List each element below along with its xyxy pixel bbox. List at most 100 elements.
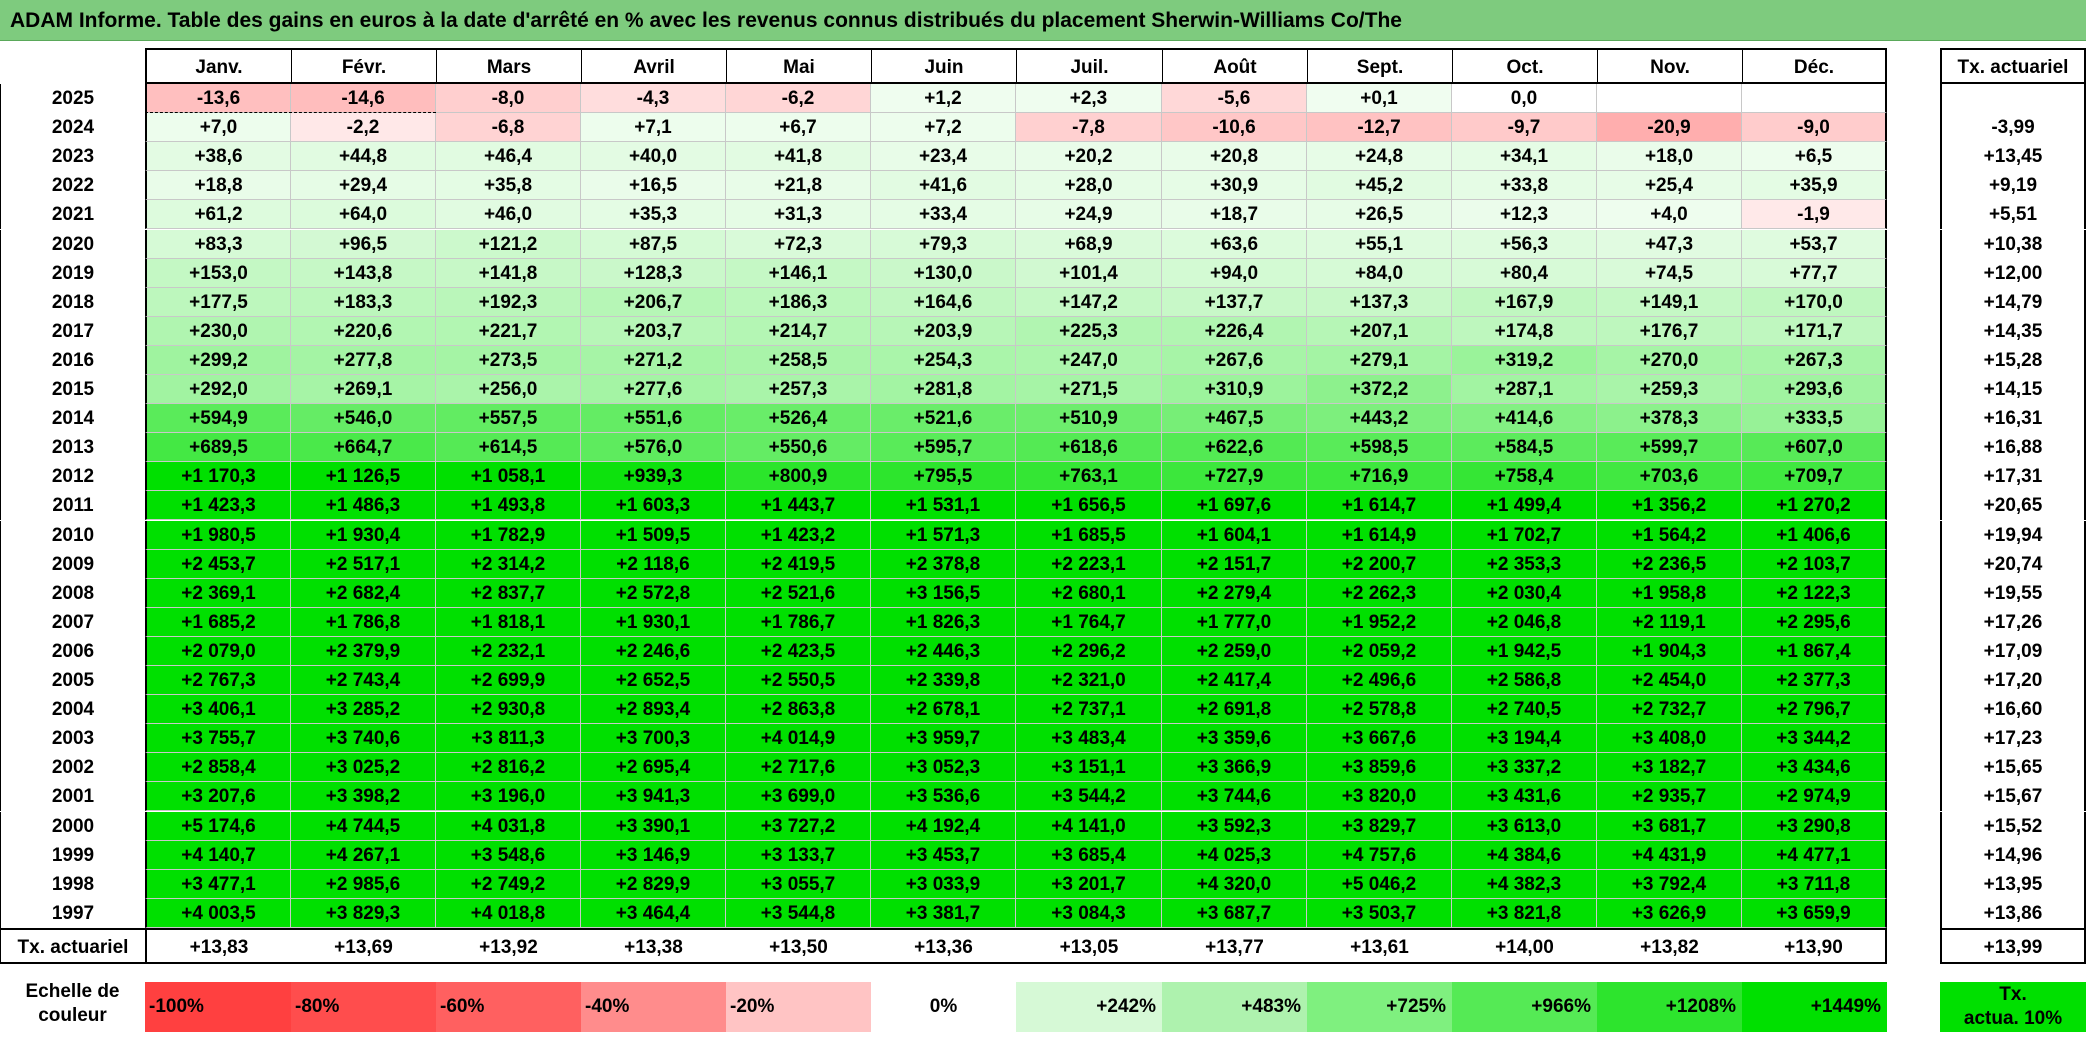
gain-cell: +443,2	[1307, 404, 1452, 434]
footer-rate-cell: +13,82	[1597, 927, 1742, 964]
scale-swatch: -60%	[436, 982, 581, 1032]
gain-cell: +267,3	[1742, 345, 1887, 375]
gain-cell: +6,5	[1742, 142, 1887, 172]
gain-cell: +576,0	[581, 433, 726, 463]
gain-cell	[1597, 84, 1742, 114]
gain-cell: +2 417,4	[1162, 666, 1307, 696]
gain-cell: +3 406,1	[145, 695, 291, 725]
gain-cell: +1 270,2	[1742, 491, 1887, 521]
gain-cell: +31,3	[726, 200, 871, 230]
gain-cell: +2 151,7	[1162, 549, 1307, 579]
gain-cell: +74,5	[1597, 258, 1742, 288]
month-header: Août	[1162, 48, 1307, 84]
gain-cell: +1 604,1	[1162, 520, 1307, 550]
gain-cell: +2 314,2	[436, 549, 581, 579]
footer-rate-cell: +13,61	[1307, 927, 1452, 964]
month-header: Nov.	[1597, 48, 1742, 84]
gain-cell: +4 431,9	[1597, 840, 1742, 870]
gain-cell: +259,3	[1597, 375, 1742, 405]
gain-cell: +1 423,2	[726, 520, 871, 550]
year-label: 2015	[0, 375, 145, 405]
month-header: Oct.	[1452, 48, 1597, 84]
gain-cell: +1 685,2	[145, 607, 291, 637]
rate-scale-swatch: Tx. actua. 10%	[1940, 982, 2086, 1032]
gain-cell: +146,1	[726, 258, 871, 288]
gain-cell: +80,4	[1452, 258, 1597, 288]
gain-cell: +64,0	[291, 200, 436, 230]
gain-cell: +4 382,3	[1452, 869, 1597, 899]
gain-cell	[1742, 84, 1887, 114]
gain-cell: +414,6	[1452, 404, 1597, 434]
gain-cell: +164,6	[871, 287, 1016, 317]
gain-cell: +16,5	[581, 171, 726, 201]
gain-cell: +83,3	[145, 229, 291, 259]
rate-cell: +17,23	[1940, 724, 2086, 754]
gain-cell: +147,2	[1016, 287, 1162, 317]
gain-cell: +310,9	[1162, 375, 1307, 405]
gain-cell: +3 381,7	[871, 898, 1016, 928]
footer-total-rate: +13,99	[1940, 927, 2086, 964]
gain-cell: +622,6	[1162, 433, 1307, 463]
gain-cell: +2 262,3	[1307, 578, 1452, 608]
gain-cell: +550,6	[726, 433, 871, 463]
gain-cell: +30,9	[1162, 171, 1307, 201]
gain-cell: +63,6	[1162, 229, 1307, 259]
gain-cell: +1 958,8	[1597, 578, 1742, 608]
gain-cell: +333,5	[1742, 404, 1887, 434]
gain-cell: +2 695,4	[581, 753, 726, 783]
gain-cell: +206,7	[581, 287, 726, 317]
scale-swatch: +1449%	[1742, 982, 1887, 1032]
gain-cell: +270,0	[1597, 345, 1742, 375]
gain-cell: +3 820,0	[1307, 782, 1452, 812]
gain-cell: +47,3	[1597, 229, 1742, 259]
gain-cell: +3 503,7	[1307, 898, 1452, 928]
gain-cell: +4 018,8	[436, 898, 581, 928]
gain-cell: +3 685,4	[1016, 840, 1162, 870]
year-label: 2017	[0, 316, 145, 346]
gain-cell: +143,8	[291, 258, 436, 288]
year-label: 2007	[0, 607, 145, 637]
gain-cell: -12,7	[1307, 113, 1452, 143]
gain-cell: +2 740,5	[1452, 695, 1597, 725]
footer-rate-cell: +14,00	[1452, 927, 1597, 964]
gain-cell: +28,0	[1016, 171, 1162, 201]
gain-cell: +4 141,0	[1016, 811, 1162, 841]
gain-cell: +3 390,1	[581, 811, 726, 841]
year-label: 2012	[0, 462, 145, 492]
year-label: 2013	[0, 433, 145, 463]
gain-cell: +29,4	[291, 171, 436, 201]
month-header: Sept.	[1307, 48, 1452, 84]
rate-cell: -3,99	[1940, 113, 2086, 143]
gain-cell: +1 170,3	[145, 462, 291, 492]
gain-cell: +137,7	[1162, 287, 1307, 317]
gain-cell: +1 826,3	[871, 607, 1016, 637]
gain-cell: +7,2	[871, 113, 1016, 143]
gain-cell: +3 700,3	[581, 724, 726, 754]
footer-rate-cell: +13,50	[726, 927, 871, 964]
gain-cell: +599,7	[1597, 433, 1742, 463]
gain-cell: +3 055,7	[726, 869, 871, 899]
gain-cell: +1 867,4	[1742, 636, 1887, 666]
gain-cell: +546,0	[291, 404, 436, 434]
footer-rate-cell: +13,77	[1162, 927, 1307, 964]
gain-cell: +5 046,2	[1307, 869, 1452, 899]
gain-cell: +3 699,0	[726, 782, 871, 812]
gain-cell: +2 379,9	[291, 636, 436, 666]
month-header: Déc.	[1742, 48, 1887, 84]
gain-cell: +467,5	[1162, 404, 1307, 434]
gain-cell: +72,3	[726, 229, 871, 259]
gain-cell: +26,5	[1307, 200, 1452, 230]
gain-cell: +247,0	[1016, 345, 1162, 375]
gain-cell: +121,2	[436, 229, 581, 259]
gain-cell: +2 682,4	[291, 578, 436, 608]
gain-cell: +2 550,5	[726, 666, 871, 696]
gain-cell: +3 592,3	[1162, 811, 1307, 841]
gain-cell: +46,0	[436, 200, 581, 230]
gain-cell: +2 652,5	[581, 666, 726, 696]
gain-cell: +2 446,3	[871, 636, 1016, 666]
rate-cell: +19,94	[1940, 520, 2086, 550]
gain-cell: +2 858,4	[145, 753, 291, 783]
gain-cell: +0,1	[1307, 84, 1452, 114]
rate-cell: +13,86	[1940, 898, 2086, 928]
rate-scale-line1: Tx.	[1999, 984, 2027, 1005]
